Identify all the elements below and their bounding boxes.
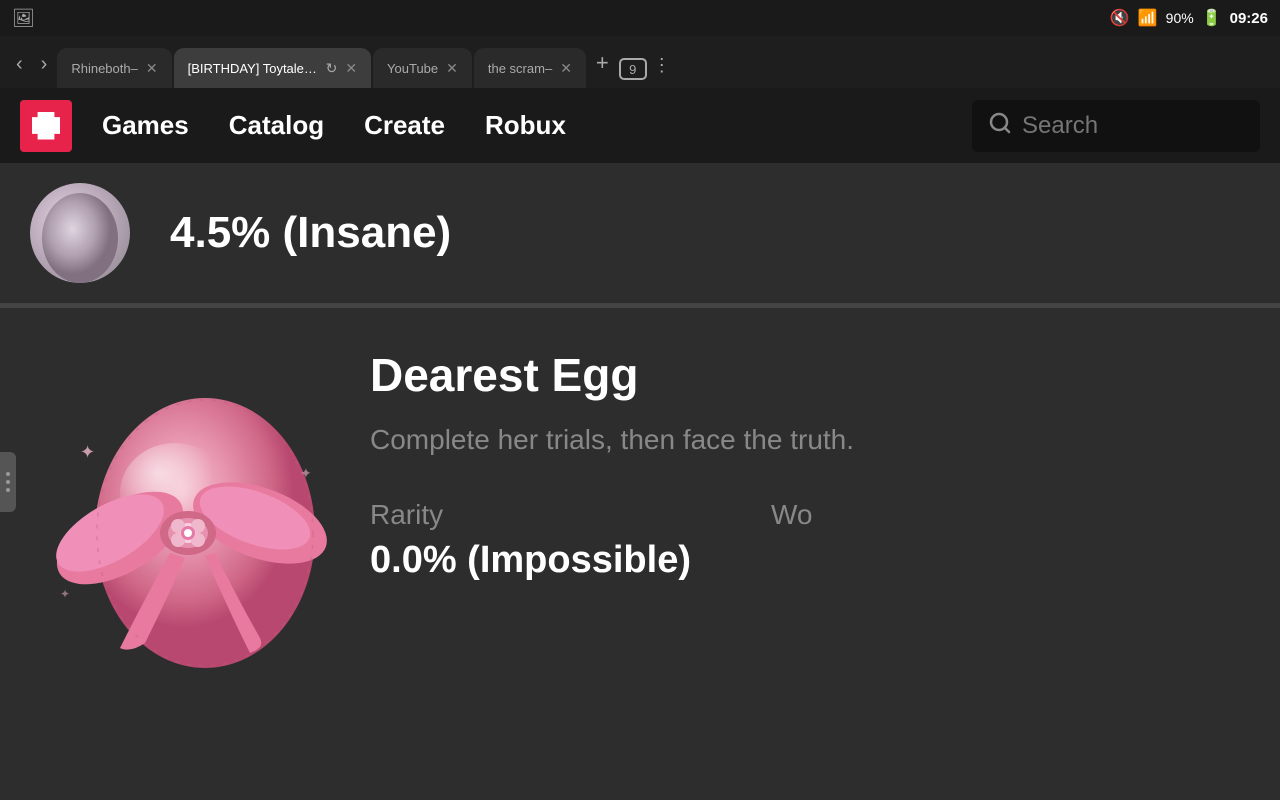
clock: 09:26 [1230,10,1268,27]
roblox-logo[interactable] [20,100,72,152]
content-area: 4.5% (Insane) [0,163,1280,800]
tab-menu-button[interactable]: ⋮ [649,51,675,80]
tab-label: [BIRTHDAY] Toytale Roleplay – [188,61,318,76]
top-rarity-value: 4.5% (Insane) [170,208,451,258]
tab-scram[interactable]: the scram– ✕ [474,48,586,88]
rarity-label: Rarity [370,499,691,531]
handle-dots [6,472,10,492]
dearest-egg-image: ✦ ✦ ✦ [30,338,350,668]
item-stats: Rarity 0.0% (Impossible) Wo [370,499,1250,582]
main-item-section: ✦ ✦ ✦ Dearest Egg Complete her trials, t… [0,308,1280,698]
tab-label: the scram– [488,61,552,76]
top-item-stats: 4.5% (Insane) [170,208,451,258]
nav-games[interactable]: Games [102,110,189,141]
tab-youtube[interactable]: YouTube ✕ [373,48,472,88]
search-icon [988,111,1012,141]
tab-close-youtube[interactable]: ✕ [446,60,458,77]
forward-button[interactable]: › [33,49,56,80]
roblox-logo-icon [32,112,60,140]
battery-icon: 🔋 [1202,8,1222,28]
svg-text:✦: ✦ [80,442,95,462]
top-item-section: 4.5% (Insane) [0,163,1280,305]
top-egg-image [30,183,130,283]
battery-text: 90% [1166,10,1194,26]
image-icon: 🖼 [12,8,35,29]
nav-create[interactable]: Create [364,110,445,141]
search-input[interactable] [1022,112,1244,140]
tab-close-birthday[interactable]: ✕ [345,60,357,77]
mute-icon: 🔇 [1110,8,1130,28]
nav-links: Games Catalog Create Robux [102,110,942,141]
tab-birthday[interactable]: [BIRTHDAY] Toytale Roleplay – ↻ ✕ [174,48,371,88]
right-stat: Wo [771,499,813,582]
reload-icon[interactable]: ↻ [326,60,338,77]
search-bar[interactable] [972,100,1260,152]
status-icons: 🔇 📶 90% 🔋 09:26 [1110,8,1268,28]
tab-bar: ‹ › Rhineboth– ✕ [BIRTHDAY] Toytale Role… [0,36,1280,88]
nav-catalog[interactable]: Catalog [229,110,324,141]
right-label: Wo [771,499,813,531]
rarity-stat: Rarity 0.0% (Impossible) [370,499,691,582]
nav-bar: Games Catalog Create Robux [0,88,1280,163]
tab-label: YouTube [387,61,438,76]
status-bar: 🖼 🔇 📶 90% 🔋 09:26 [0,0,1280,36]
svg-text:✦: ✦ [300,465,312,481]
rarity-value: 0.0% (Impossible) [370,539,691,582]
tab-label: Rhineboth– [71,61,138,76]
add-tab-button[interactable]: + [588,46,617,80]
item-name: Dearest Egg [370,348,1250,402]
nav-robux[interactable]: Robux [485,110,566,141]
tab-close-scram[interactable]: ✕ [560,60,572,77]
back-button[interactable]: ‹ [8,49,31,80]
tab-close-rhineboth[interactable]: ✕ [146,60,158,77]
egg-info: Dearest Egg Complete her trials, then fa… [350,338,1250,582]
tab-rhineboth[interactable]: Rhineboth– ✕ [57,48,171,88]
svg-text:✦: ✦ [60,587,70,601]
wifi-icon: 📶 [1138,8,1158,28]
tab-count[interactable]: 9 [619,58,647,80]
item-description: Complete her trials, then face the truth… [370,420,1250,459]
sidebar-handle[interactable] [0,452,16,512]
